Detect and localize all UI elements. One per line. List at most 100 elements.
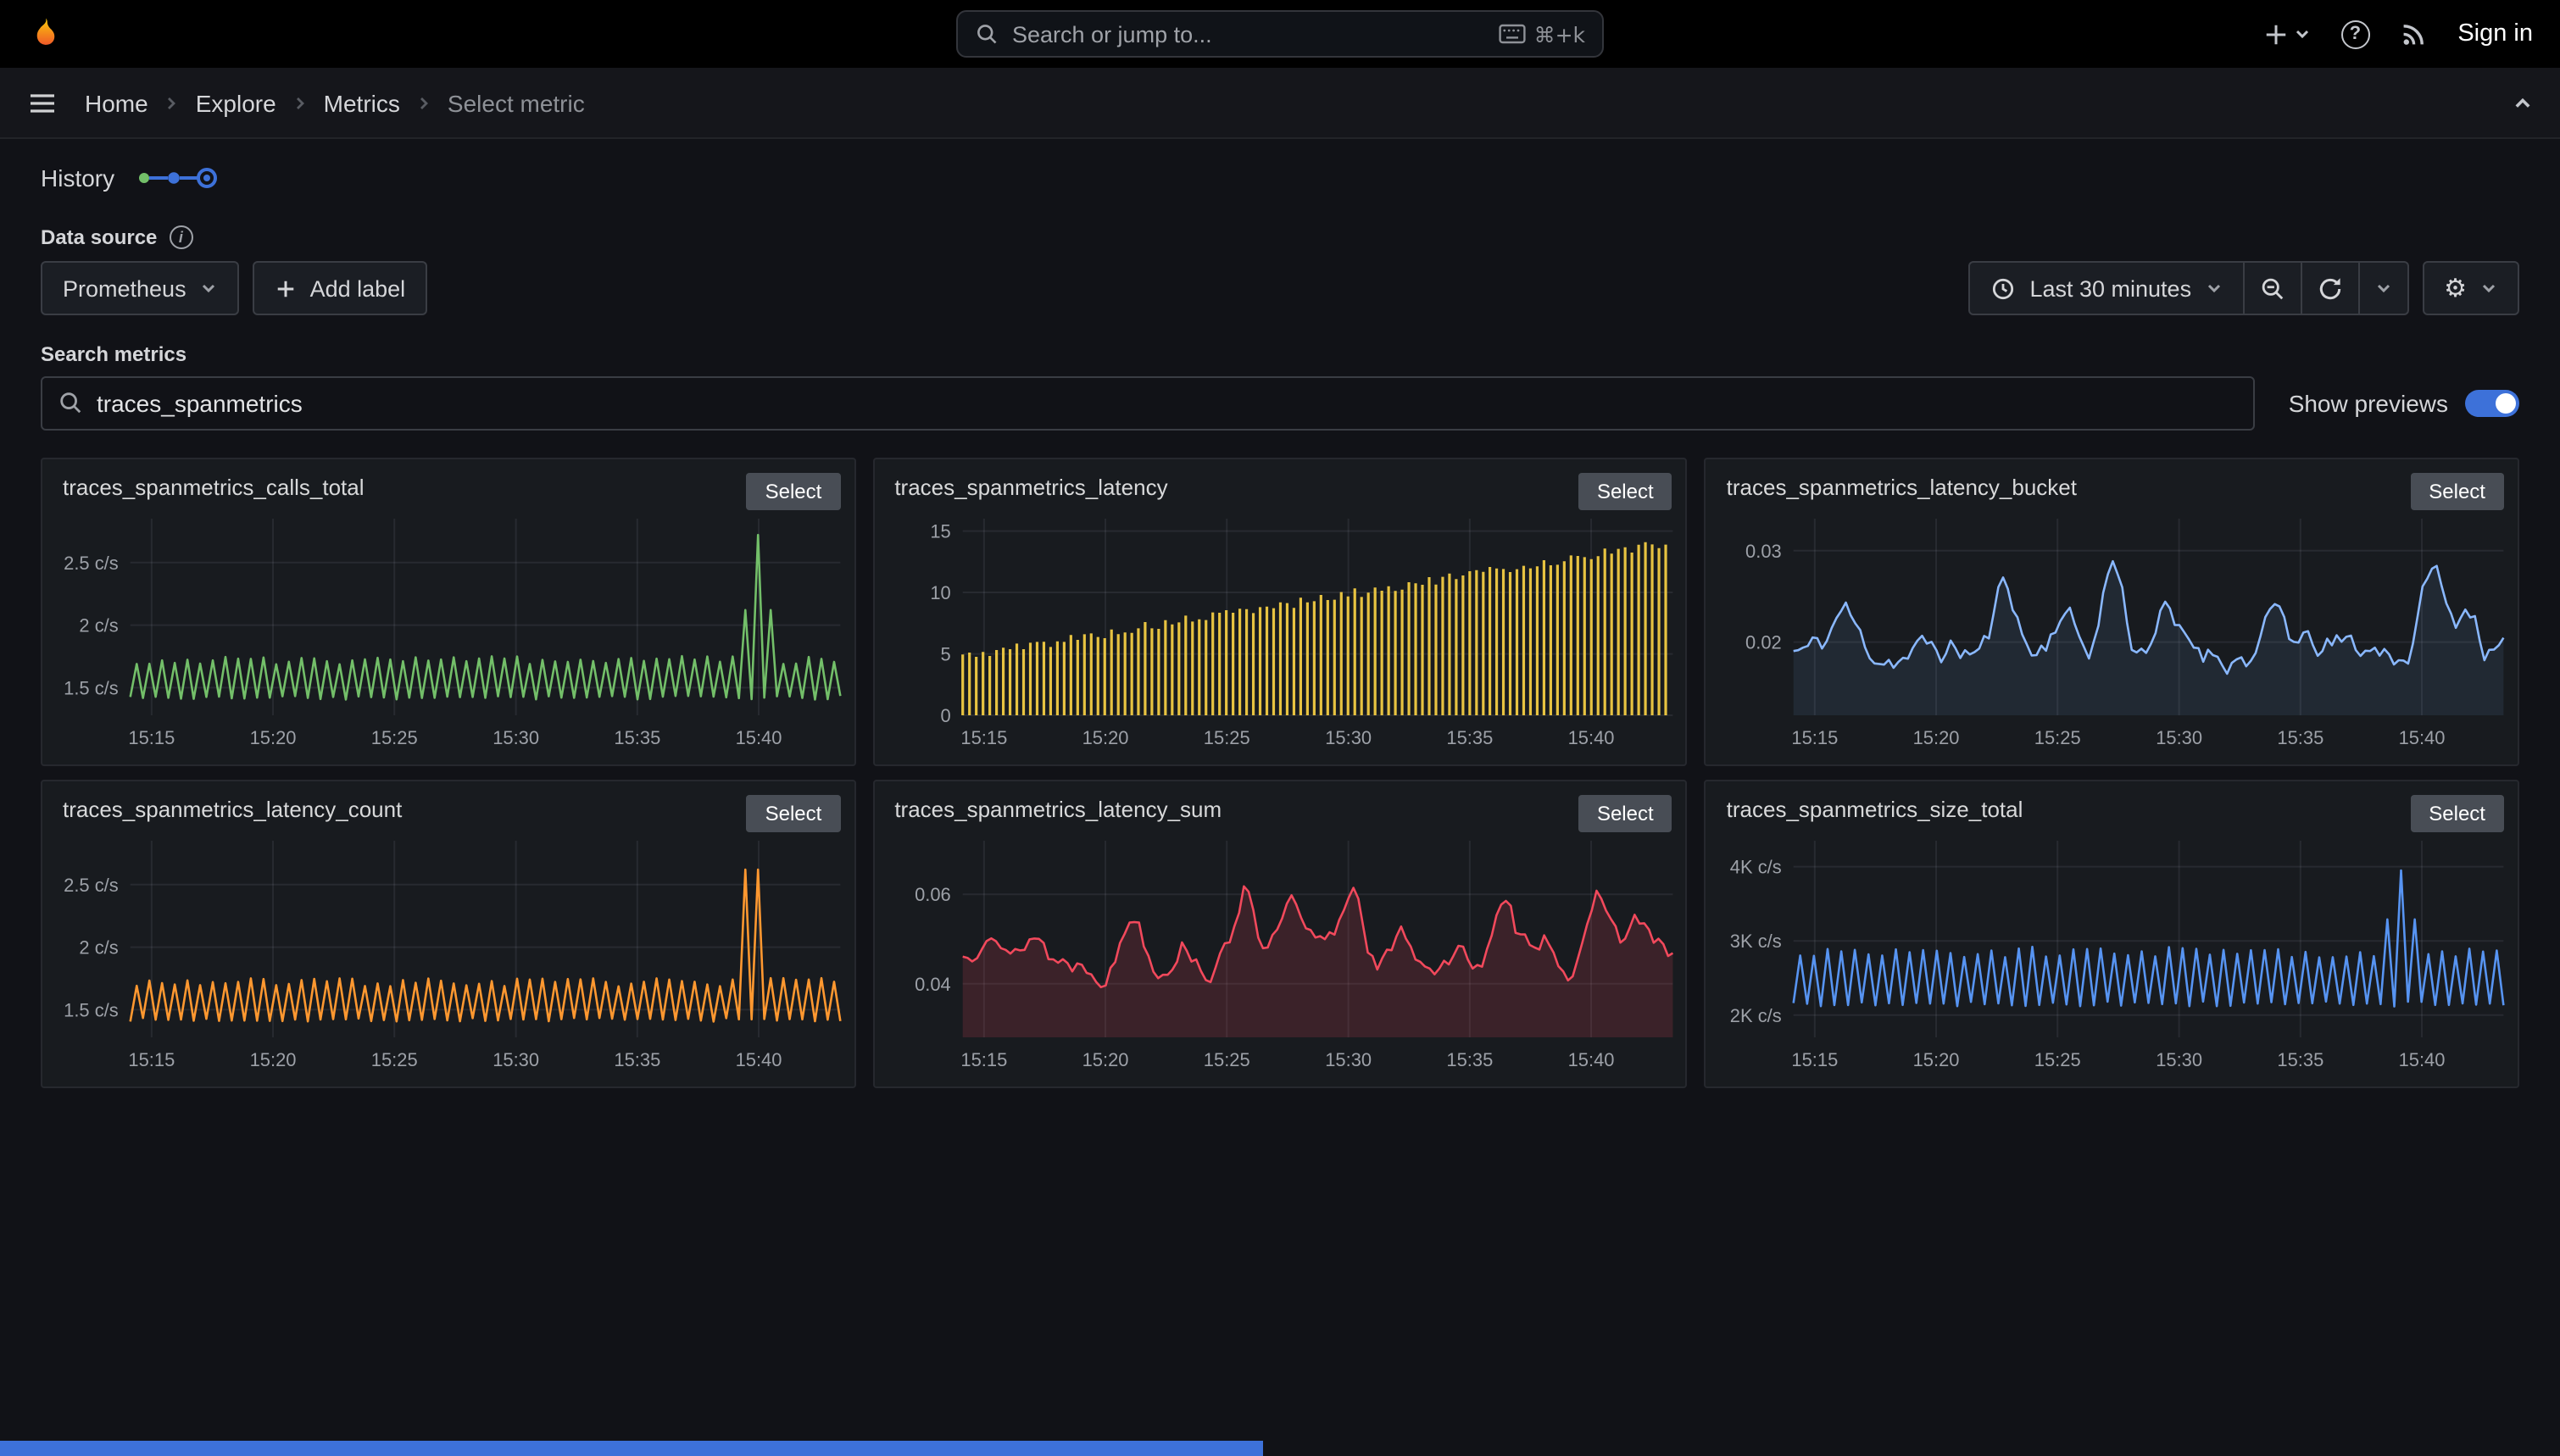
explore-metrics-content: History Data source i Prometheus xyxy=(0,139,2560,1088)
svg-text:1.5 c/s: 1.5 c/s xyxy=(64,999,119,1020)
breadcrumb: Home Explore Metrics Select metric xyxy=(85,89,585,116)
panel-select-button[interactable]: Select xyxy=(2410,795,2504,832)
time-range-value: Last 30 minutes xyxy=(2029,275,2191,301)
panel-select-button[interactable]: Select xyxy=(1578,473,1672,510)
svg-text:15:25: 15:25 xyxy=(1203,727,1249,748)
panel-select-button[interactable]: Select xyxy=(747,795,841,832)
svg-text:2.5 c/s: 2.5 c/s xyxy=(64,553,119,574)
svg-text:15:25: 15:25 xyxy=(1203,1049,1249,1070)
metric-panel: traces_spanmetrics_size_total Select 2K … xyxy=(1705,780,2519,1088)
zoom-out-icon xyxy=(2259,275,2285,301)
panel-title: traces_spanmetrics_latency_bucket xyxy=(1706,459,2385,500)
svg-text:0.02: 0.02 xyxy=(1746,632,1783,653)
global-search[interactable]: Search or jump to... ⌘+k xyxy=(956,10,1604,58)
chevron-down-icon xyxy=(200,280,217,297)
show-previews-toggle[interactable] xyxy=(2465,390,2519,417)
breadcrumb-bar: Home Explore Metrics Select metric xyxy=(0,68,2560,139)
preview-chart: 1.5 c/s2 c/s2.5 c/s15:1515:2015:2515:301… xyxy=(42,502,854,759)
svg-text:0.06: 0.06 xyxy=(914,884,950,905)
svg-text:15:30: 15:30 xyxy=(493,727,539,748)
svg-text:15:30: 15:30 xyxy=(2157,1049,2203,1070)
svg-text:15:40: 15:40 xyxy=(1567,727,1614,748)
svg-text:15:35: 15:35 xyxy=(2278,727,2324,748)
svg-text:0: 0 xyxy=(940,705,950,726)
data-source-label: Data source xyxy=(41,225,157,249)
panel-title: traces_spanmetrics_latency xyxy=(874,459,1552,500)
svg-text:15:40: 15:40 xyxy=(2399,1049,2446,1070)
time-range-picker[interactable]: Last 30 minutes xyxy=(1968,261,2244,315)
zoom-out-button[interactable] xyxy=(2242,261,2301,315)
svg-text:15: 15 xyxy=(930,521,950,542)
news-rss-icon[interactable] xyxy=(2400,20,2427,47)
svg-text:15:25: 15:25 xyxy=(2034,1049,2081,1070)
panel-select-button[interactable]: Select xyxy=(2410,473,2504,510)
panel-title: traces_spanmetrics_latency_count xyxy=(42,781,721,822)
svg-text:15:20: 15:20 xyxy=(1082,1049,1128,1070)
svg-text:15:25: 15:25 xyxy=(2034,727,2081,748)
data-source-picker[interactable]: Prometheus xyxy=(41,261,239,315)
data-source-value: Prometheus xyxy=(63,275,186,301)
settings-button[interactable]: ⚙ xyxy=(2422,261,2519,315)
bottom-blue-bar xyxy=(0,1441,1263,1456)
svg-text:2K c/s: 2K c/s xyxy=(1730,1005,1782,1026)
search-metrics-field xyxy=(41,376,2255,431)
collapse-header-button[interactable] xyxy=(2513,92,2533,113)
svg-text:0.03: 0.03 xyxy=(1746,541,1783,562)
preview-chart: 1.5 c/s2 c/s2.5 c/s15:1515:2015:2515:301… xyxy=(42,824,854,1081)
top-bar: Search or jump to... ⌘+k xyxy=(0,0,2560,68)
metric-panel: traces_spanmetrics_latency Select 051015… xyxy=(872,458,1687,766)
metric-panel: traces_spanmetrics_latency_bucket Select… xyxy=(1705,458,2519,766)
panel-select-button[interactable]: Select xyxy=(747,473,841,510)
svg-text:15:35: 15:35 xyxy=(1446,1049,1493,1070)
gear-icon: ⚙ xyxy=(2444,275,2467,301)
breadcrumb-metrics[interactable]: Metrics xyxy=(324,89,400,116)
help-button[interactable]: ? xyxy=(2340,19,2369,48)
search-metrics-label: Search metrics xyxy=(41,342,2519,366)
new-menu-button[interactable] xyxy=(2262,21,2310,47)
metric-panel: traces_spanmetrics_calls_total Select 1.… xyxy=(41,458,855,766)
chevron-down-icon xyxy=(2374,280,2391,297)
svg-text:15:15: 15:15 xyxy=(1792,727,1839,748)
svg-text:15:15: 15:15 xyxy=(128,1049,175,1070)
refresh-interval-dropdown[interactable] xyxy=(2357,261,2408,315)
breadcrumb-current: Select metric xyxy=(448,89,585,116)
svg-text:15:20: 15:20 xyxy=(250,1049,297,1070)
menu-toggle-button[interactable] xyxy=(27,87,58,118)
grafana-logo[interactable] xyxy=(27,15,64,53)
panel-title: traces_spanmetrics_calls_total xyxy=(42,459,721,500)
breadcrumb-home[interactable]: Home xyxy=(85,89,148,116)
svg-text:4K c/s: 4K c/s xyxy=(1730,857,1782,878)
info-icon[interactable]: i xyxy=(169,225,192,249)
svg-text:15:25: 15:25 xyxy=(371,727,418,748)
sign-in-button[interactable]: Sign in xyxy=(2457,20,2533,47)
add-label-button[interactable]: Add label xyxy=(253,261,428,315)
svg-text:15:20: 15:20 xyxy=(1082,727,1128,748)
svg-text:3K c/s: 3K c/s xyxy=(1730,931,1782,952)
chevron-right-icon xyxy=(292,94,309,111)
panel-title: traces_spanmetrics_size_total xyxy=(1706,781,2385,822)
metric-panel: traces_spanmetrics_latency_sum Select 0.… xyxy=(872,780,1687,1088)
chevron-up-icon xyxy=(2513,92,2533,113)
preview-chart: 05101515:1515:2015:2515:3015:3515:40 xyxy=(874,502,1685,759)
svg-text:15:30: 15:30 xyxy=(2157,727,2203,748)
plus-icon xyxy=(275,277,297,299)
search-metrics-input[interactable] xyxy=(41,376,2255,431)
svg-text:15:35: 15:35 xyxy=(2278,1049,2324,1070)
svg-text:15:35: 15:35 xyxy=(614,1049,660,1070)
panel-title: traces_spanmetrics_latency_sum xyxy=(874,781,1552,822)
breadcrumb-explore[interactable]: Explore xyxy=(196,89,276,116)
global-search-placeholder: Search or jump to... xyxy=(1012,21,1212,47)
preview-chart: 0.040.0615:1515:2015:2515:3015:3515:40 xyxy=(874,824,1685,1081)
svg-text:15:15: 15:15 xyxy=(128,727,175,748)
refresh-button[interactable] xyxy=(2300,261,2359,315)
panel-select-button[interactable]: Select xyxy=(1578,795,1672,832)
svg-text:15:20: 15:20 xyxy=(1913,727,1960,748)
preview-chart: 2K c/s3K c/s4K c/s15:1515:2015:2515:3015… xyxy=(1706,824,2518,1081)
refresh-icon xyxy=(2317,275,2342,301)
history-timeline[interactable] xyxy=(135,166,220,190)
chevron-right-icon xyxy=(415,94,432,111)
svg-text:2.5 c/s: 2.5 c/s xyxy=(64,875,119,896)
svg-text:15:15: 15:15 xyxy=(1792,1049,1839,1070)
svg-text:2 c/s: 2 c/s xyxy=(79,937,118,959)
svg-text:15:40: 15:40 xyxy=(1567,1049,1614,1070)
